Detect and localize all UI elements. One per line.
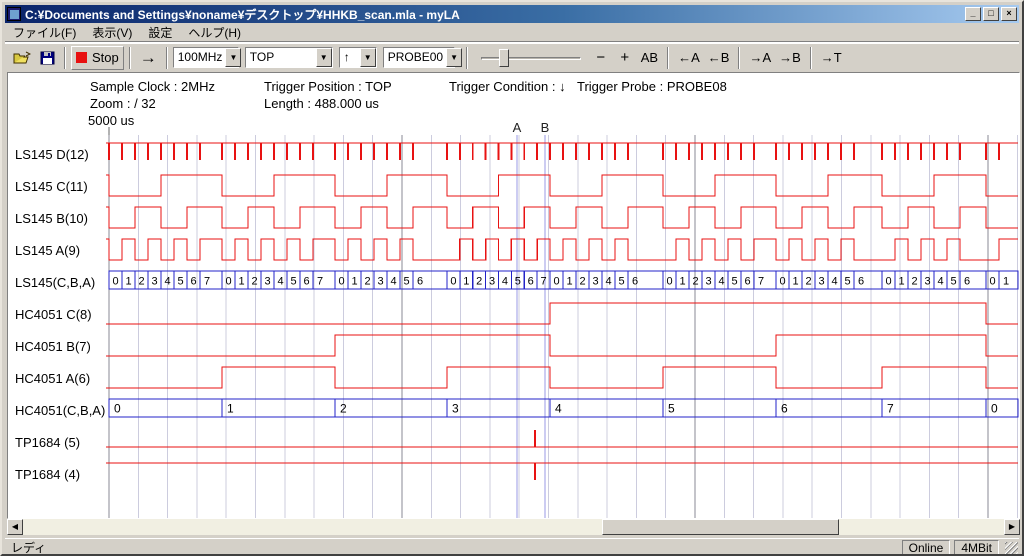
trigger-edge-value: ↑ — [340, 48, 360, 67]
menu-help[interactable]: ヘルプ(H) — [180, 22, 249, 43]
goto-a-button[interactable]: →A — [745, 46, 775, 70]
channel-label-10: TP1684 (4) — [15, 467, 80, 483]
zoom-out-button[interactable]: − — [589, 46, 613, 70]
sample-clock-combo[interactable]: 100MHz ▼ — [173, 47, 239, 68]
trigger-probe-info: Trigger Probe : PROBE08 — [577, 79, 727, 94]
close-button[interactable]: × — [1001, 7, 1017, 21]
minimize-button[interactable]: _ — [965, 7, 981, 21]
toolbar-separator — [466, 47, 468, 69]
menu-view[interactable]: 表示(V) — [84, 22, 140, 43]
menu-file[interactable]: ファイル(F) — [5, 22, 84, 43]
channel-label-6: HC4051 B(7) — [15, 339, 91, 355]
run-button[interactable]: → — [136, 46, 161, 70]
stop-button[interactable]: Stop — [71, 46, 124, 70]
trigger-edge-combo[interactable]: ↑ ▼ — [339, 47, 377, 68]
save-button[interactable] — [35, 46, 59, 70]
trigger-probe-combo[interactable]: PROBE00 ▼ — [383, 47, 455, 68]
goto-b-button[interactable]: →B — [775, 46, 805, 70]
scrollbar-thumb[interactable] — [602, 519, 839, 535]
open-file-button[interactable] — [9, 46, 35, 70]
statusbar: レディ Online 4MBit — [5, 538, 1019, 555]
resize-grip[interactable] — [1005, 542, 1018, 555]
menubar: ファイル(F) 表示(V) 設定 ヘルプ(H) — [5, 23, 1019, 42]
chevron-down-icon[interactable]: ▼ — [316, 48, 332, 67]
open-folder-icon — [13, 51, 31, 65]
channel-label-3: LS145 A(9) — [15, 243, 80, 259]
status-memory: 4MBit — [954, 540, 999, 555]
status-online: Online — [902, 540, 951, 555]
sample-clock-value: 100MHz — [174, 48, 226, 67]
channel-label-5: HC4051 C(8) — [15, 307, 92, 323]
channel-label-7: HC4051 A(6) — [15, 371, 90, 387]
channel-label-2: LS145 B(10) — [15, 211, 88, 227]
app-window: C:¥Documents and Settings¥noname¥デスクトップ¥… — [0, 0, 1024, 556]
zoom-info: Zoom : / 32 — [90, 96, 156, 111]
app-icon — [7, 7, 21, 21]
waveform-panel — [7, 72, 1020, 519]
cursor-a-label[interactable]: A — [507, 120, 527, 135]
zoom-slider-thumb[interactable] — [499, 49, 509, 67]
ab-cursors-button[interactable]: AB — [637, 46, 662, 70]
scroll-left-arrow[interactable]: ◀ — [7, 519, 23, 535]
titlebar: C:¥Documents and Settings¥noname¥デスクトップ¥… — [5, 5, 1019, 23]
sample-clock-info: Sample Clock : 2MHz — [90, 79, 215, 94]
channel-label-4: LS145(C,B,A) — [15, 275, 95, 291]
cursor-b-label[interactable]: B — [535, 120, 555, 135]
zoom-slider[interactable] — [481, 48, 581, 68]
status-ready: レディ — [5, 539, 902, 556]
stop-icon — [76, 52, 87, 63]
toolbar: Stop → 100MHz ▼ TOP ▼ ↑ ▼ PROBE00 ▼ − + … — [5, 43, 1019, 71]
stop-label: Stop — [92, 50, 119, 65]
menu-settings[interactable]: 設定 — [140, 22, 180, 43]
maximize-button[interactable]: □ — [983, 7, 999, 21]
toolbar-separator — [129, 47, 131, 69]
scroll-right-arrow[interactable]: ▶ — [1004, 519, 1020, 535]
move-a-left-button[interactable]: ←A — [674, 46, 704, 70]
trigger-position-combo[interactable]: TOP ▼ — [245, 47, 333, 68]
chevron-down-icon[interactable]: ▼ — [360, 48, 376, 67]
zoom-slider-track — [481, 57, 581, 60]
horizontal-scrollbar[interactable]: ◀ ▶ — [7, 519, 1020, 535]
chevron-down-icon[interactable]: ▼ — [446, 48, 462, 67]
length-info: Length : 488.000 us — [264, 96, 379, 111]
chevron-down-icon[interactable]: ▼ — [225, 48, 241, 67]
save-floppy-icon — [40, 51, 55, 65]
trigger-position-value: TOP — [246, 48, 316, 67]
trigger-condition-info: Trigger Condition : ↓ — [449, 79, 566, 94]
toolbar-separator — [738, 47, 740, 69]
move-b-left-button[interactable]: ←B — [704, 46, 734, 70]
toolbar-separator — [166, 47, 168, 69]
channel-label-8: HC4051(C,B,A) — [15, 403, 105, 419]
trigger-position-info: Trigger Position : TOP — [264, 79, 392, 94]
zoom-in-button[interactable]: + — [613, 46, 637, 70]
channel-label-1: LS145 C(11) — [15, 179, 88, 195]
toolbar-separator — [667, 47, 669, 69]
channel-label-0: LS145 D(12) — [15, 147, 89, 163]
trigger-probe-value: PROBE00 — [384, 48, 446, 67]
goto-trigger-button[interactable]: →T — [817, 46, 846, 70]
window-title: C:¥Documents and Settings¥noname¥デスクトップ¥… — [25, 6, 965, 23]
toolbar-separator — [810, 47, 812, 69]
channel-label-9: TP1684 (5) — [15, 435, 80, 451]
toolbar-separator — [64, 47, 66, 69]
time-scale-label: 5000 us — [88, 113, 134, 128]
